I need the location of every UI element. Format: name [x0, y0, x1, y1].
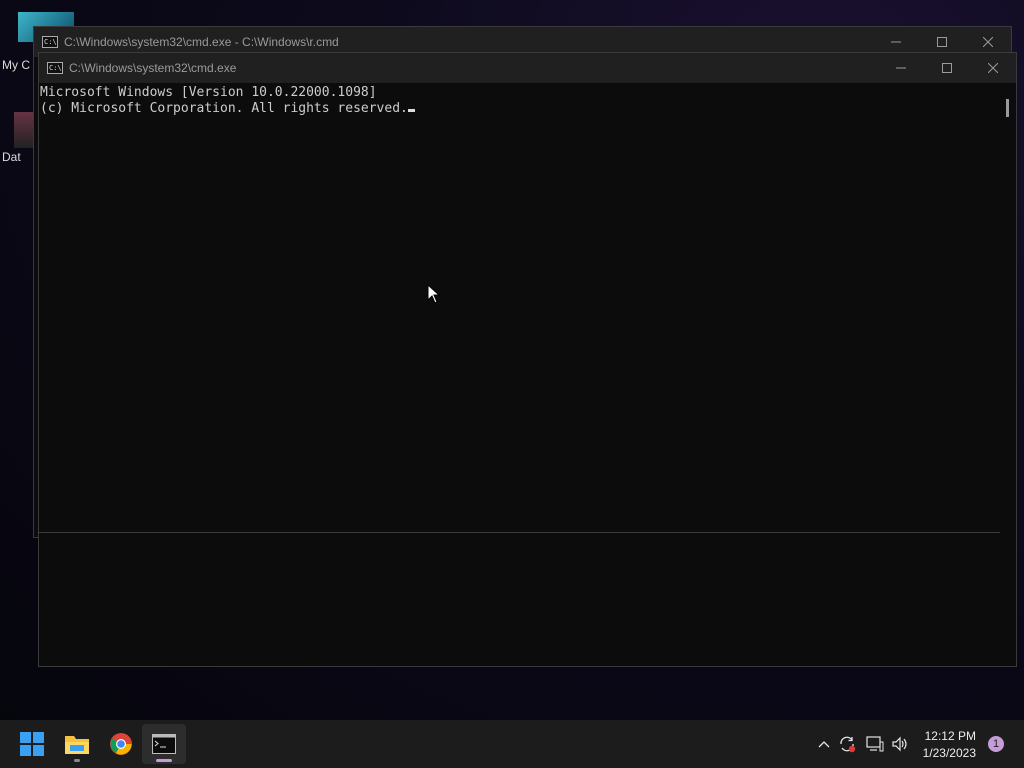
sync-status[interactable] — [836, 720, 858, 768]
folder-icon — [14, 112, 34, 148]
sync-icon — [840, 736, 856, 753]
title-bar[interactable]: C:\ C:\Windows\system32\cmd.exe — [39, 53, 1016, 83]
chrome-icon — [110, 733, 132, 755]
volume-control[interactable] — [889, 720, 911, 768]
cmd-icon: C:\ — [42, 36, 58, 48]
file-explorer-icon — [65, 736, 89, 754]
speaker-icon — [892, 736, 907, 752]
minimize-button[interactable] — [878, 53, 924, 83]
text-cursor — [407, 109, 415, 112]
close-button[interactable] — [970, 53, 1016, 83]
desktop-icon-label: Dat — [2, 150, 21, 164]
clock-time: 12:12 PM — [924, 729, 976, 743]
scrollbar-thumb[interactable] — [1006, 99, 1009, 117]
taskbar-chrome[interactable] — [99, 724, 143, 764]
console-output[interactable]: Microsoft Windows [Version 10.0.22000.10… — [39, 83, 1000, 666]
taskbar-terminal[interactable] — [142, 724, 186, 764]
window-title: C:\Windows\system32\cmd.exe - C:\Windows… — [64, 35, 339, 49]
console-line: Microsoft Windows [Version 10.0.22000.10… — [40, 85, 377, 100]
active-indicator — [156, 759, 172, 762]
terminal-icon — [152, 734, 176, 754]
taskbar: 12:12 PM 1/23/2023 1 — [0, 720, 1024, 768]
network-icon — [866, 736, 884, 752]
cmd-icon: C:\ — [47, 62, 63, 74]
clock[interactable]: 12:12 PM 1/23/2023 — [923, 728, 976, 762]
chevron-up-icon — [818, 741, 830, 748]
maximize-button[interactable] — [924, 53, 970, 83]
running-indicator — [74, 759, 80, 762]
cmd-window-front[interactable]: C:\ C:\Windows\system32\cmd.exe Microsof… — [38, 52, 1017, 667]
pane-divider — [39, 532, 1000, 533]
vertical-scrollbar[interactable] — [1000, 83, 1016, 666]
clock-date: 1/23/2023 — [922, 746, 976, 760]
console-line: (c) Microsoft Corporation. All rights re… — [40, 101, 408, 116]
mouse-pointer-icon — [427, 284, 440, 304]
windows-start-icon — [20, 732, 44, 756]
window-title: C:\Windows\system32\cmd.exe — [69, 61, 237, 75]
start-button[interactable] — [10, 724, 54, 764]
desktop-icon-data[interactable]: Dat — [2, 112, 34, 164]
network-status[interactable] — [864, 720, 886, 768]
taskbar-file-explorer[interactable] — [55, 724, 99, 764]
notification-badge[interactable]: 1 — [988, 736, 1004, 752]
show-hidden-icons-button[interactable] — [814, 720, 834, 768]
console-line-with-cursor: (c) Microsoft Corporation. All rights re… — [40, 101, 1000, 117]
